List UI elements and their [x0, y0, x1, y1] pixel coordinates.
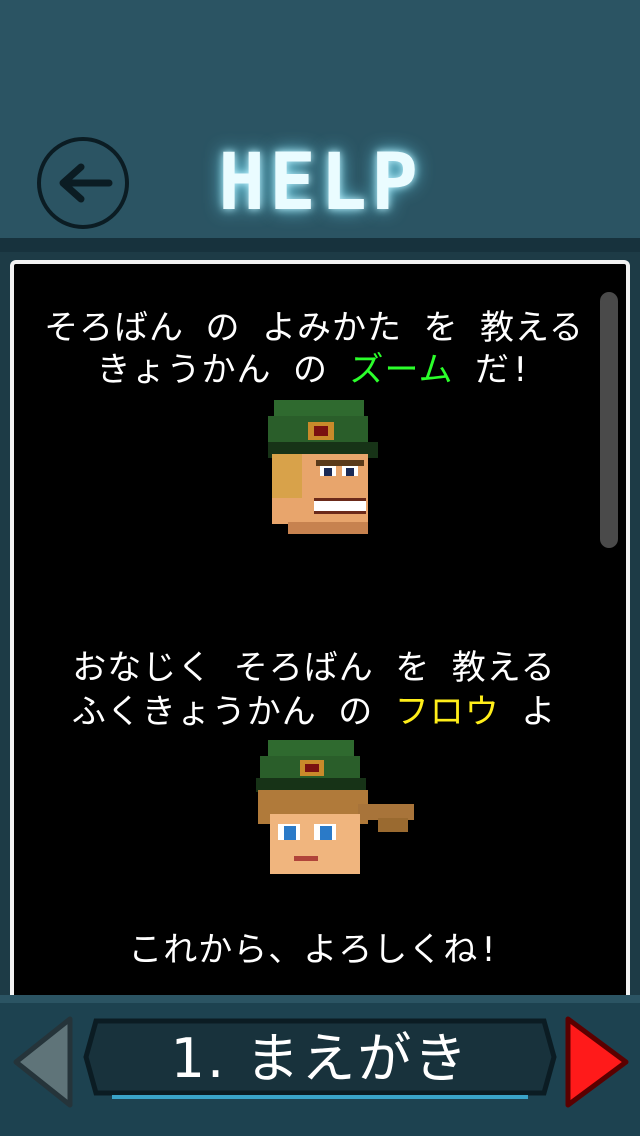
chapter-navigation: 1. まえがき [0, 995, 640, 1136]
triangle-right-icon[interactable] [560, 1015, 632, 1109]
chapter-title: 1. まえがき [170, 1027, 470, 1090]
zoom-portrait [268, 400, 378, 534]
triangle-left-icon[interactable] [10, 1015, 76, 1109]
second-line-1: おなじく そろばん を 教える [72, 648, 556, 688]
intro-line-2-suffix: だ! [453, 350, 532, 390]
header: HELP [0, 0, 640, 245]
closing-line: これから、よろしくね! [128, 930, 500, 970]
footer-divider [0, 995, 640, 1003]
header-divider [0, 238, 640, 252]
help-panel[interactable]: そろばん の よみかた を 教える きょうかん の ズーム だ! おなじく そろ… [10, 260, 630, 1012]
page-title: HELP [218, 138, 422, 228]
intro-line-2: きょうかん の ズーム だ! [14, 342, 614, 391]
second-line-2-suffix: よ [499, 692, 557, 732]
character-name-flow: フロウ [394, 692, 500, 732]
character-name-zoom: ズーム [349, 350, 454, 390]
second-line-2-prefix: ふくきょうかん の [71, 692, 395, 732]
second-line-2: ふくきょうかん の フロウ よ [14, 684, 614, 733]
flow-portrait [256, 740, 414, 874]
intro-line-2-prefix: きょうかん の [96, 350, 350, 390]
content-area: そろばん の よみかた を 教える きょうかん の ズーム だ! おなじく そろ… [0, 252, 640, 1012]
